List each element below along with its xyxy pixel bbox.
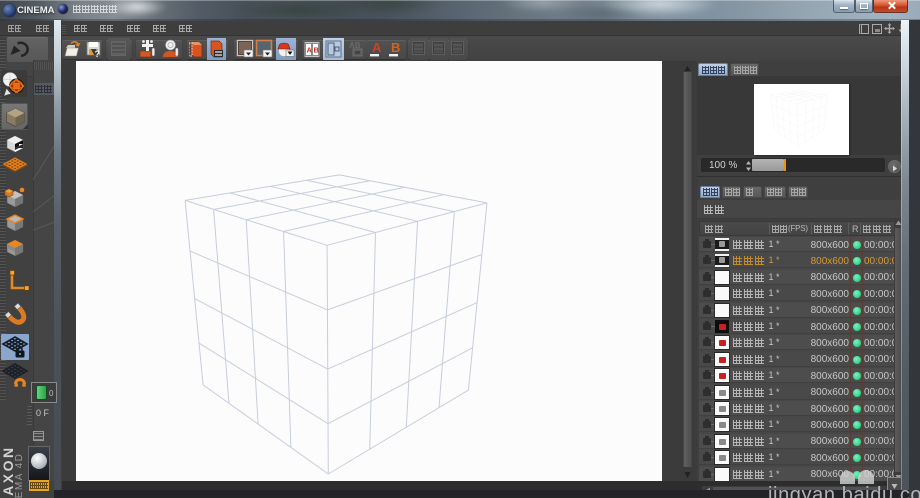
svg-text:A: A [307, 46, 313, 55]
svg-text:B: B [314, 46, 320, 55]
svg-text:B: B [391, 40, 400, 55]
svg-text:?: ? [95, 49, 101, 59]
svg-text:A: A [372, 40, 382, 55]
